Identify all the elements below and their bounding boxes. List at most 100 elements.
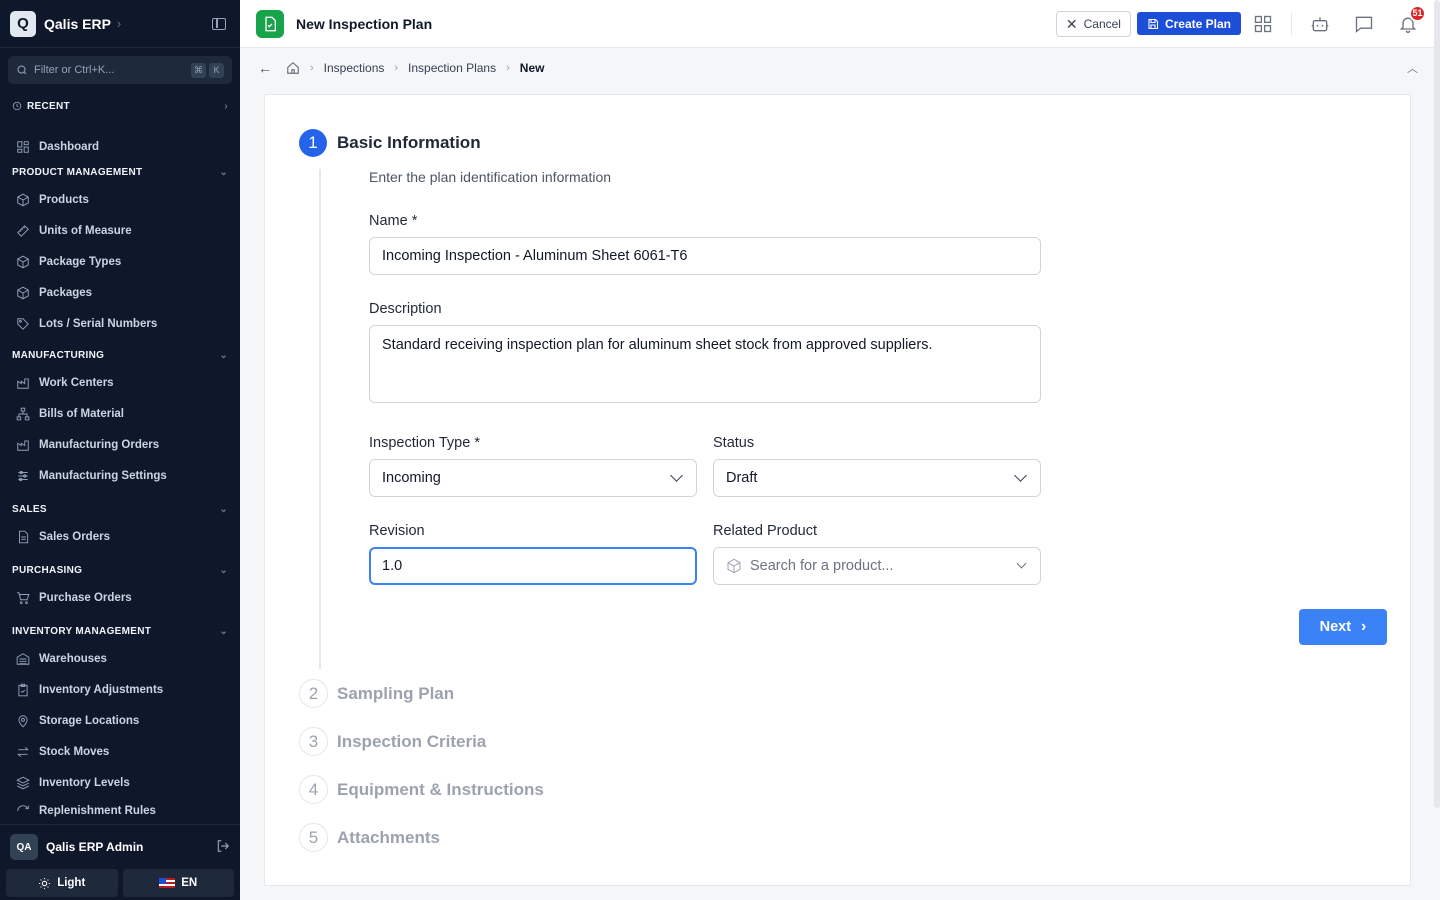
related-product-label: Related Product [713, 523, 817, 539]
description-label: Description [369, 301, 442, 317]
next-button[interactable]: Next › [1299, 609, 1387, 645]
breadcrumb-inspections[interactable]: Inspections [324, 61, 385, 75]
create-plan-button[interactable]: Create Plan [1136, 12, 1241, 35]
sidebar-item-label: Manufacturing Settings [39, 469, 167, 482]
sidebar-item-sales-orders[interactable]: Sales Orders [0, 521, 240, 552]
sidebar-item-label: Stock Moves [39, 745, 110, 758]
description-value: Standard receiving inspection plan for a… [382, 337, 933, 353]
name-input[interactable]: Incoming Inspection - Aluminum Sheet 606… [369, 237, 1041, 275]
next-label: Next [1319, 619, 1352, 635]
sidebar-header: Q Qalis ERP › [0, 0, 240, 48]
sidebar-item-label: Manufacturing Orders [39, 438, 160, 451]
sidebar-item-inventory-levels[interactable]: Inventory Levels [0, 767, 240, 798]
user-name: Qalis ERP Admin [46, 840, 144, 854]
sidebar-item-package-types[interactable]: Package Types [0, 246, 240, 277]
chevron-down-icon: ⌄ [219, 625, 228, 637]
sidebar-item-packages[interactable]: Packages [0, 277, 240, 308]
section-purchasing[interactable]: PURCHASING ⌄ [0, 558, 240, 582]
chevron-down-icon [670, 469, 683, 482]
app-logo[interactable]: Q [10, 10, 36, 37]
chevron-up-icon[interactable]: ︿ [1407, 60, 1418, 76]
inspection-type-value: Incoming [382, 470, 441, 486]
arrows-left-right-icon [16, 745, 30, 759]
step-2[interactable]: 2 Sampling Plan [299, 679, 454, 708]
section-product-management[interactable]: PRODUCT MANAGEMENT ⌄ [0, 160, 240, 184]
apps-grid-icon[interactable] [1247, 8, 1279, 40]
package-icon [726, 558, 742, 574]
sidebar-item-work-centers[interactable]: Work Centers [0, 367, 240, 398]
related-product-combobox[interactable]: Search for a product... [713, 547, 1041, 585]
tag-icon [16, 317, 30, 331]
sidebar-item-label: Products [39, 193, 89, 206]
step-4-number: 4 [299, 775, 328, 804]
step-1-number[interactable]: 1 [299, 129, 327, 157]
chat-icon[interactable] [1348, 8, 1380, 40]
step-3[interactable]: 3 Inspection Criteria [299, 727, 486, 756]
sidebar-item-storage-locations[interactable]: Storage Locations [0, 705, 240, 736]
chevron-right-icon: › [394, 62, 399, 74]
sidebar-item-manufacturing-settings[interactable]: Manufacturing Settings [0, 460, 240, 491]
logout-icon[interactable] [216, 839, 230, 856]
chevron-right-icon: › [506, 62, 510, 74]
section-inventory-management[interactable]: INVENTORY MANAGEMENT ⌄ [0, 619, 240, 643]
hierarchy-icon [16, 407, 30, 421]
chevron-right-icon: › [224, 100, 228, 112]
step-4[interactable]: 4 Equipment & Instructions [299, 775, 544, 804]
document-icon [256, 9, 284, 38]
scrollbar[interactable] [1434, 0, 1440, 808]
sidebar-item-label: Bills of Material [39, 407, 124, 420]
sidebar-item-stock-moves[interactable]: Stock Moves [0, 736, 240, 767]
cancel-button[interactable]: ✕ Cancel [1055, 10, 1131, 37]
section-manufacturing[interactable]: MANUFACTURING ⌄ [0, 343, 240, 367]
factory-icon [16, 438, 30, 452]
document-icon [16, 530, 30, 544]
inspection-type-select[interactable]: Incoming [369, 459, 697, 497]
sidebar-item-label: Warehouses [39, 652, 107, 665]
ruler-icon [16, 224, 30, 238]
sidebar-item-label: Inventory Adjustments [39, 683, 164, 696]
theme-label: Light [57, 877, 86, 889]
sidebar-item-dashboard[interactable]: Dashboard [0, 134, 240, 160]
back-arrow-icon[interactable]: ← [258, 60, 272, 76]
home-icon[interactable] [286, 61, 300, 75]
chevron-right-icon[interactable]: › [117, 16, 121, 31]
notification-badge: 51 [1409, 4, 1426, 22]
sidebar-item-label: Dashboard [39, 141, 100, 153]
clock-icon [12, 101, 22, 111]
sidebar-item-bills-of-material[interactable]: Bills of Material [0, 398, 240, 429]
section-title: PURCHASING [12, 564, 83, 576]
box-icon [16, 286, 30, 300]
description-textarea[interactable]: Standard receiving inspection plan for a… [369, 325, 1041, 403]
revision-input[interactable]: 1.0 [369, 547, 697, 585]
sidebar-item-units-of-measure[interactable]: Units of Measure [0, 215, 240, 246]
step-connector [319, 169, 321, 669]
step-1-title[interactable]: Basic Information [337, 133, 481, 153]
sidebar-item-label: Replenishment Rules [39, 805, 156, 817]
chevron-down-icon: ⌄ [219, 166, 228, 178]
theme-toggle-button[interactable]: Light [6, 869, 118, 897]
recent-label: RECENT [27, 100, 70, 112]
recent-section[interactable]: RECENT › [0, 94, 240, 118]
step-5[interactable]: 5 Attachments [299, 823, 440, 852]
section-sales[interactable]: SALES ⌄ [0, 497, 240, 521]
step-2-number: 2 [299, 679, 328, 708]
sidebar-item-purchase-orders[interactable]: Purchase Orders [0, 582, 240, 613]
sidebar-item-manufacturing-orders[interactable]: Manufacturing Orders [0, 429, 240, 460]
breadcrumb-current: New [519, 61, 545, 75]
sidebar-item-warehouses[interactable]: Warehouses [0, 643, 240, 674]
app-name[interactable]: Qalis ERP [44, 16, 111, 32]
sidebar-item-inventory-adjustments[interactable]: Inventory Adjustments [0, 674, 240, 705]
bot-icon[interactable] [1304, 8, 1336, 40]
sidebar-filter-input[interactable]: Filter or Ctrl+K... ⌘ K [8, 56, 232, 84]
user-menu[interactable]: QA Qalis ERP Admin [0, 829, 240, 865]
collapse-sidebar-icon[interactable] [212, 17, 226, 30]
language-button[interactable]: EN [122, 869, 234, 897]
bell-icon[interactable]: 51 [1392, 4, 1426, 40]
sliders-icon [16, 469, 30, 483]
status-select[interactable]: Draft [713, 459, 1041, 497]
sidebar-item-products[interactable]: Products [0, 184, 240, 215]
sidebar-item-replenishment-rules[interactable]: Replenishment Rules [0, 798, 240, 824]
breadcrumb-inspection-plans[interactable]: Inspection Plans [408, 61, 496, 75]
sidebar-item-lots-serial-numbers[interactable]: Lots / Serial Numbers [0, 308, 240, 339]
sidebar-item-label: Purchase Orders [39, 591, 132, 604]
